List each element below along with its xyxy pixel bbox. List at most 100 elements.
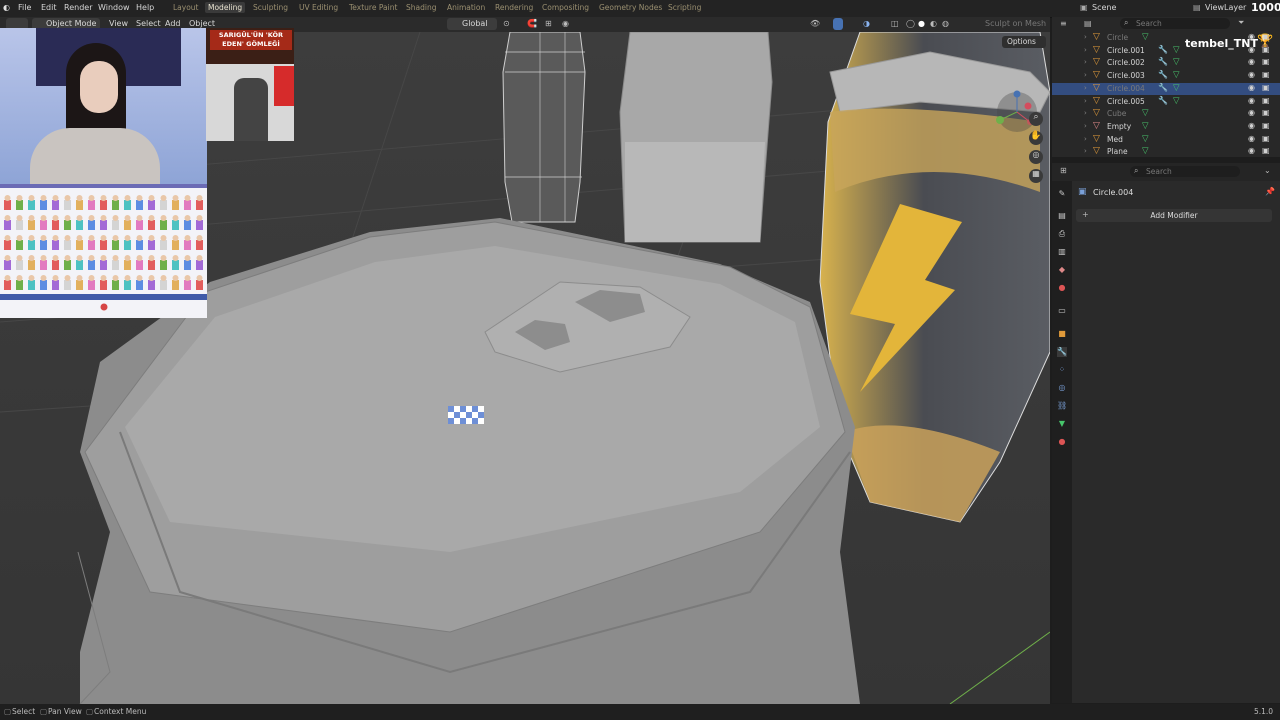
camera-icon[interactable]: ▣ bbox=[1262, 96, 1270, 105]
modifier-icon[interactable]: 🔧 bbox=[1158, 83, 1168, 92]
world-tab-icon[interactable]: ● bbox=[1057, 283, 1067, 293]
eye-icon[interactable]: ◉ bbox=[1248, 146, 1255, 155]
outliner-row[interactable]: › ▽ Circle.001 ▽ 🔧 ◉ ▣ bbox=[1052, 45, 1280, 58]
eye-icon[interactable]: ◉ bbox=[1248, 57, 1255, 66]
camera-icon[interactable]: ▣ bbox=[1262, 146, 1270, 155]
mesh-data-icon[interactable]: ▽ bbox=[1142, 146, 1149, 156]
snap-icon[interactable]: 🧲 bbox=[527, 19, 537, 28]
expand-arrow-icon[interactable]: › bbox=[1084, 122, 1087, 130]
workspace-tab-sculpting[interactable]: Sculpting bbox=[253, 3, 288, 12]
camera-icon[interactable]: ▣ bbox=[1262, 45, 1270, 54]
mesh-data-icon[interactable]: ▽ bbox=[1142, 134, 1149, 144]
expand-arrow-icon[interactable]: › bbox=[1084, 97, 1087, 105]
eye-icon[interactable]: ◉ bbox=[1248, 32, 1255, 41]
workspace-tab-layout[interactable]: Layout bbox=[173, 3, 199, 12]
output-tab-icon[interactable]: ⎙ bbox=[1057, 229, 1067, 239]
eye-icon[interactable]: ◉ bbox=[1248, 134, 1255, 143]
expand-arrow-icon[interactable]: › bbox=[1084, 33, 1087, 41]
chevron-down-icon[interactable]: ⌄ bbox=[1264, 166, 1271, 175]
camera-icon[interactable]: ▣ bbox=[1262, 108, 1270, 117]
workspace-tab-rendering[interactable]: Rendering bbox=[495, 3, 533, 12]
add-menu[interactable]: Add bbox=[165, 19, 181, 28]
view-layer-tab-icon[interactable]: ▥ bbox=[1057, 247, 1067, 257]
expand-arrow-icon[interactable]: › bbox=[1084, 84, 1087, 92]
render-tab-icon[interactable]: ▤ bbox=[1057, 211, 1067, 221]
camera-icon[interactable]: ▣ bbox=[1262, 32, 1270, 41]
physics-tab-icon[interactable]: ◎ bbox=[1057, 383, 1067, 393]
outliner-search-input[interactable]: ⌕ Search bbox=[1120, 18, 1230, 29]
workspace-tab-animation[interactable]: Animation bbox=[447, 3, 485, 12]
menu-file[interactable]: File bbox=[18, 3, 31, 12]
menu-render[interactable]: Render bbox=[64, 3, 92, 12]
properties-search-input[interactable]: ⌕ Search bbox=[1130, 166, 1240, 177]
eye-icon[interactable]: ◉ bbox=[1248, 70, 1255, 79]
wireframe-shading-icon[interactable]: ◯ bbox=[906, 19, 915, 28]
eye-icon[interactable]: ◉ bbox=[1248, 83, 1255, 92]
zoom-icon[interactable]: ⌕ bbox=[1029, 112, 1043, 126]
scene-tab-icon[interactable]: ◆ bbox=[1057, 265, 1067, 275]
camera-icon[interactable]: ▣ bbox=[1262, 57, 1270, 66]
expand-arrow-icon[interactable]: › bbox=[1084, 71, 1087, 79]
options-button[interactable]: Options bbox=[1002, 36, 1046, 48]
ortho-grid-icon[interactable]: ▦ bbox=[1029, 169, 1043, 183]
material-shading-icon[interactable]: ◐ bbox=[930, 19, 937, 28]
display-mode-icon[interactable]: ▤ bbox=[1084, 19, 1092, 28]
constraints-tab-icon[interactable]: ⛓ bbox=[1057, 401, 1067, 411]
gizmo-toggle[interactable] bbox=[833, 18, 843, 30]
camera-icon[interactable]: ▣ bbox=[1262, 83, 1270, 92]
outliner-row[interactable]: › ▽ Med ▽ ◉ ▣ bbox=[1052, 134, 1280, 147]
mesh-data-icon[interactable]: ▽ bbox=[1173, 70, 1180, 80]
workspace-tab-texture-paint[interactable]: Texture Paint bbox=[349, 3, 397, 12]
outliner-row[interactable]: › ▽ Circle.004 ▽ 🔧 ◉ ▣ bbox=[1052, 82, 1280, 96]
scene-icon[interactable]: ▣ bbox=[1080, 3, 1088, 12]
proportional-edit-icon[interactable]: ⊞ bbox=[545, 19, 552, 28]
properties-editor-icon[interactable]: ⊞ bbox=[1060, 166, 1067, 175]
expand-arrow-icon[interactable]: › bbox=[1084, 135, 1087, 143]
menu-help[interactable]: Help bbox=[136, 3, 154, 12]
falloff-icon[interactable]: ◉ bbox=[562, 19, 569, 28]
outliner-row[interactable]: › ▽ Empty ▽ ◉ ▣ bbox=[1052, 121, 1280, 134]
expand-arrow-icon[interactable]: › bbox=[1084, 109, 1087, 117]
pivot-icon[interactable]: ⊙ bbox=[503, 19, 510, 28]
view-menu[interactable]: View bbox=[109, 19, 128, 28]
pin-icon[interactable]: 📌 bbox=[1265, 187, 1275, 196]
camera-icon[interactable]: ▣ bbox=[1262, 121, 1270, 130]
tool-tab-icon[interactable]: ✎ bbox=[1057, 189, 1067, 199]
camera-view-icon[interactable]: ◎ bbox=[1029, 150, 1043, 164]
modifier-icon[interactable]: 🔧 bbox=[1158, 70, 1168, 79]
view-layer-name[interactable]: ViewLayer bbox=[1205, 3, 1246, 12]
camera-icon[interactable]: ▣ bbox=[1262, 70, 1270, 79]
blender-logo-icon[interactable]: ◐ bbox=[3, 3, 10, 12]
outliner-row[interactable]: › ▽ Circle.003 ▽ 🔧 ◉ ▣ bbox=[1052, 70, 1280, 83]
expand-arrow-icon[interactable]: › bbox=[1084, 46, 1087, 54]
object-menu[interactable]: Object bbox=[189, 19, 215, 28]
mesh-data-icon[interactable]: ▽ bbox=[1173, 57, 1180, 67]
eye-icon[interactable]: ◉ bbox=[1248, 45, 1255, 54]
data-tab-icon[interactable]: ▼ bbox=[1057, 419, 1067, 429]
rendered-shading-icon[interactable]: ◍ bbox=[942, 19, 949, 28]
modifier-icon[interactable]: 🔧 bbox=[1158, 96, 1168, 105]
modifier-icon[interactable]: 🔧 bbox=[1158, 45, 1168, 54]
scene-name[interactable]: Scene bbox=[1092, 3, 1116, 12]
mesh-data-icon[interactable]: ▽ bbox=[1142, 32, 1149, 42]
xray-icon[interactable]: ◫ bbox=[891, 19, 899, 28]
eye-icon[interactable]: ◉ bbox=[1248, 96, 1255, 105]
workspace-tab-modeling[interactable]: Modeling bbox=[205, 2, 246, 13]
pan-hand-icon[interactable]: ✋ bbox=[1029, 131, 1043, 145]
particles-tab-icon[interactable]: ⁘ bbox=[1057, 365, 1067, 375]
outliner-editor-icon[interactable]: ≡ bbox=[1060, 19, 1072, 29]
select-menu[interactable]: Select bbox=[136, 19, 161, 28]
mesh-data-icon[interactable]: ▽ bbox=[1173, 83, 1180, 93]
outliner-row[interactable]: › ▽ Circle.005 ▽ 🔧 ◉ ▣ bbox=[1052, 96, 1280, 109]
visibility-icon[interactable]: 👁 bbox=[810, 19, 820, 28]
workspace-tab-compositing[interactable]: Compositing bbox=[542, 3, 589, 12]
eye-icon[interactable]: ◉ bbox=[1248, 121, 1255, 130]
wireframe-bottle[interactable] bbox=[502, 32, 586, 223]
overlay-icon[interactable]: ◑ bbox=[863, 19, 870, 28]
outliner-row[interactable]: › ▽ Plane ▽ ◉ ▣ bbox=[1052, 146, 1280, 159]
solid-shading-icon[interactable]: ● bbox=[918, 19, 925, 28]
expand-arrow-icon[interactable]: › bbox=[1084, 147, 1087, 155]
mesh-data-icon[interactable]: ▽ bbox=[1173, 45, 1180, 55]
collection-tab-icon[interactable]: ▭ bbox=[1057, 306, 1067, 316]
add-modifier-button[interactable]: + Add Modifier bbox=[1076, 209, 1272, 222]
